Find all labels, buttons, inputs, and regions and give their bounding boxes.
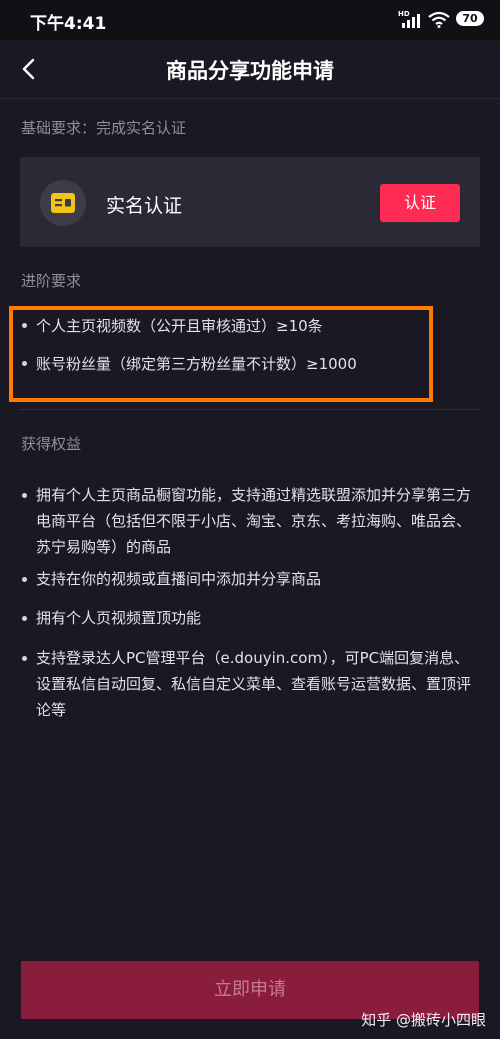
wifi-icon [428, 12, 450, 28]
bullet-icon [22, 656, 27, 661]
benefit-text: 拥有个人页视频置顶功能 [36, 609, 202, 627]
status-icons: HD 70 [398, 10, 484, 30]
signal-icon [402, 14, 420, 28]
highlight-box [9, 306, 433, 402]
advanced-requirement-label: 进阶要求 [21, 272, 82, 290]
bullet-icon [22, 616, 27, 621]
verification-title: 实名认证 [106, 195, 183, 217]
benefit-item: 拥有个人主页商品橱窗功能，支持通过精选联盟添加并分享第三方电商平台（包括但不限于… [22, 482, 480, 560]
verification-card: 实名认证 认证 [20, 157, 480, 247]
benefit-item: 拥有个人页视频置顶功能 [22, 605, 480, 631]
benefit-text: 支持在你的视频或直播间中添加并分享商品 [36, 570, 322, 588]
page: 下午4:41 HD 70 商品分享功能申请 基础要求：完成实名认证 实名认证 认… [0, 0, 500, 1039]
benefit-item: 支持登录达人PC管理平台（e.douyin.com），可PC端回复消息、设置私信… [22, 645, 480, 723]
benefit-item: 支持在你的视频或直播间中添加并分享商品 [22, 566, 480, 592]
id-card-icon [51, 193, 75, 213]
battery-level: 70 [462, 12, 478, 25]
nav-bar: 商品分享功能申请 [0, 40, 500, 99]
benefit-text: 支持登录达人PC管理平台（e.douyin.com），可PC端回复消息、设置私信… [36, 649, 472, 719]
bullet-icon [22, 493, 27, 498]
benefit-text: 拥有个人主页商品橱窗功能，支持通过精选联盟添加并分享第三方电商平台（包括但不限于… [36, 486, 472, 556]
status-bar: 下午4:41 HD 70 [0, 0, 500, 40]
divider [20, 409, 480, 410]
status-time: 下午4:41 [30, 14, 107, 34]
benefits-label: 获得权益 [21, 435, 82, 453]
id-badge [40, 180, 86, 226]
bullet-icon [22, 577, 27, 582]
watermark: 知乎 @搬砖小四眼 [361, 1011, 486, 1029]
basic-requirement-label: 基础要求：完成实名认证 [21, 119, 187, 137]
battery-icon: 70 [456, 11, 484, 26]
verify-button[interactable]: 认证 [380, 184, 460, 222]
page-title: 商品分享功能申请 [166, 59, 334, 83]
